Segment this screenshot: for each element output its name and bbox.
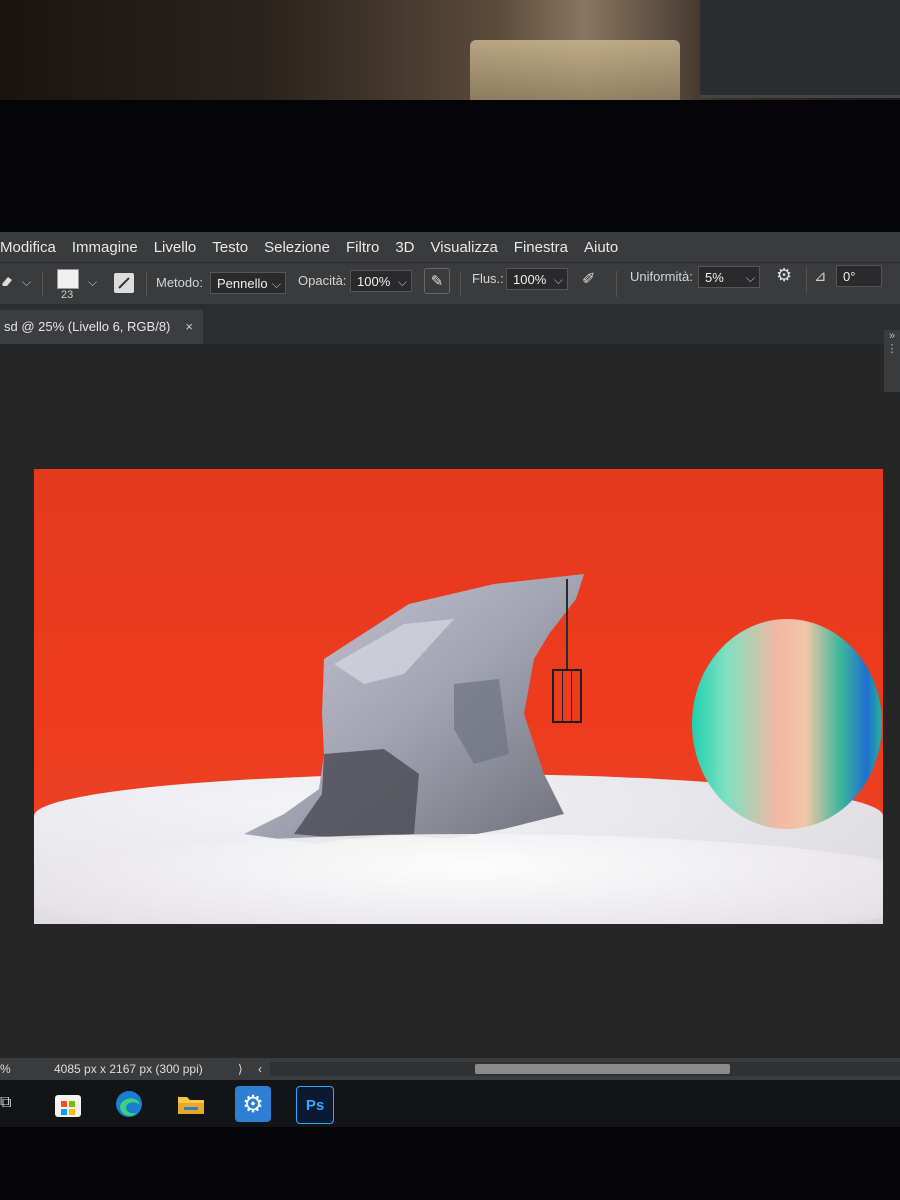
store-icon[interactable] bbox=[50, 1086, 86, 1122]
opacity-label: Opacità: bbox=[298, 273, 347, 288]
flow-value: 100% bbox=[513, 272, 547, 287]
document-canvas[interactable] bbox=[34, 469, 883, 924]
rock-sculpture bbox=[244, 574, 584, 844]
hanging-cage bbox=[552, 669, 582, 723]
collapse-panel-icon[interactable]: » bbox=[889, 330, 895, 342]
room-picture-frame bbox=[700, 0, 900, 98]
scroll-left-icon[interactable]: ‹ bbox=[258, 1058, 262, 1080]
uniformity-field[interactable]: 5% ⌵ bbox=[698, 266, 760, 288]
pressure-opacity-icon[interactable]: ✎ bbox=[424, 268, 450, 294]
method-select[interactable]: Pennello ⌵ bbox=[210, 272, 286, 294]
brush-picker-chevron-icon[interactable]: ⌵ bbox=[88, 275, 97, 290]
tool-preset-chevron-icon[interactable]: ⌵ bbox=[22, 275, 31, 290]
divider bbox=[42, 271, 43, 297]
right-panel-collapsed[interactable]: » ⋮ bbox=[884, 330, 900, 392]
ps-icon[interactable]: Ps bbox=[296, 1086, 334, 1124]
opacity-chevron-icon: ⌵ bbox=[397, 275, 407, 289]
method-select-value: Pennello bbox=[217, 276, 268, 291]
menu-selezione[interactable]: Selezione bbox=[264, 239, 330, 256]
flow-chevron-icon: ⌵ bbox=[553, 273, 563, 287]
windows-taskbar: ⧉ ⚙ Ps bbox=[0, 1080, 900, 1127]
eraser-tool-icon[interactable] bbox=[0, 274, 14, 288]
scrollbar-thumb[interactable] bbox=[475, 1064, 730, 1074]
gradient-orb bbox=[692, 619, 882, 829]
ps-icon-label: Ps bbox=[305, 1096, 325, 1114]
hanging-rope bbox=[566, 579, 568, 671]
brush-settings-panel-icon[interactable] bbox=[114, 273, 134, 293]
flow-label: Flus.: bbox=[472, 271, 504, 286]
brush-angle-value: 0° bbox=[843, 269, 856, 284]
airbrush-icon[interactable]: ✐ bbox=[582, 269, 595, 289]
close-tab-icon[interactable]: × bbox=[185, 310, 193, 344]
brush-size-label: 23 bbox=[61, 289, 74, 301]
photoshop-window: Modifica Immagine Livello Testo Selezion… bbox=[0, 232, 900, 1127]
divider bbox=[806, 267, 807, 293]
tool-options-bar: ⌵ 23 ⌵ Metodo: Pennello ⌵ Opacità: 100% … bbox=[0, 262, 900, 305]
menu-immagine[interactable]: Immagine bbox=[72, 239, 138, 256]
folder-icon[interactable] bbox=[173, 1086, 209, 1122]
brush-angle-field[interactable]: 0° bbox=[836, 265, 882, 287]
flow-field[interactable]: 100% ⌵ bbox=[506, 268, 568, 290]
uniformity-label: Uniformità: bbox=[630, 269, 693, 284]
status-expand-icon[interactable]: ⟩ bbox=[238, 1058, 243, 1080]
settings-gear-icon[interactable]: ⚙ bbox=[235, 1086, 271, 1122]
room-background bbox=[0, 0, 900, 110]
edge-icon[interactable] bbox=[111, 1086, 147, 1122]
status-bar: % 4085 px x 2167 px (300 ppi) ⟩ ‹ bbox=[0, 1058, 900, 1080]
menu-3d[interactable]: 3D bbox=[395, 239, 414, 256]
divider bbox=[146, 271, 147, 297]
menu-filtro[interactable]: Filtro bbox=[346, 239, 379, 256]
opacity-value: 100% bbox=[357, 274, 391, 289]
divider bbox=[460, 271, 461, 297]
brush-angle-icon[interactable]: ⊿ bbox=[814, 267, 827, 285]
menu-modifica[interactable]: Modifica bbox=[0, 239, 56, 256]
method-label: Metodo: bbox=[156, 275, 203, 290]
menu-visualizza[interactable]: Visualizza bbox=[431, 239, 498, 256]
divider bbox=[616, 271, 617, 297]
panel-grip-icon[interactable]: ⋮ bbox=[887, 343, 898, 355]
method-chevron-icon: ⌵ bbox=[271, 277, 281, 291]
document-tab-bar: sd @ 25% (Livello 6, RGB/8) × bbox=[0, 304, 900, 344]
zoom-readout[interactable]: % bbox=[0, 1058, 11, 1080]
gear-icon[interactable]: ⚙ bbox=[776, 265, 792, 286]
foreground-snow bbox=[34, 834, 883, 924]
opacity-field[interactable]: 100% ⌵ bbox=[350, 270, 412, 292]
task-view-icon[interactable]: ⧉ bbox=[0, 1094, 11, 1112]
document-tab[interactable]: sd @ 25% (Livello 6, RGB/8) × bbox=[0, 310, 203, 344]
document-info: 4085 px x 2167 px (300 ppi) bbox=[54, 1062, 203, 1076]
menu-testo[interactable]: Testo bbox=[212, 239, 248, 256]
menu-aiuto[interactable]: Aiuto bbox=[584, 239, 618, 256]
horizontal-scrollbar[interactable] bbox=[270, 1062, 900, 1076]
uniformity-value: 5% bbox=[705, 270, 724, 285]
menu-livello[interactable]: Livello bbox=[154, 239, 197, 256]
uniformity-chevron-icon: ⌵ bbox=[745, 271, 755, 285]
menu-finestra[interactable]: Finestra bbox=[514, 239, 568, 256]
menu-bar: Modifica Immagine Livello Testo Selezion… bbox=[0, 232, 900, 262]
brush-preview-swatch[interactable] bbox=[57, 269, 79, 289]
workspace bbox=[0, 344, 900, 1058]
document-tab-title: sd @ 25% (Livello 6, RGB/8) bbox=[4, 319, 171, 334]
